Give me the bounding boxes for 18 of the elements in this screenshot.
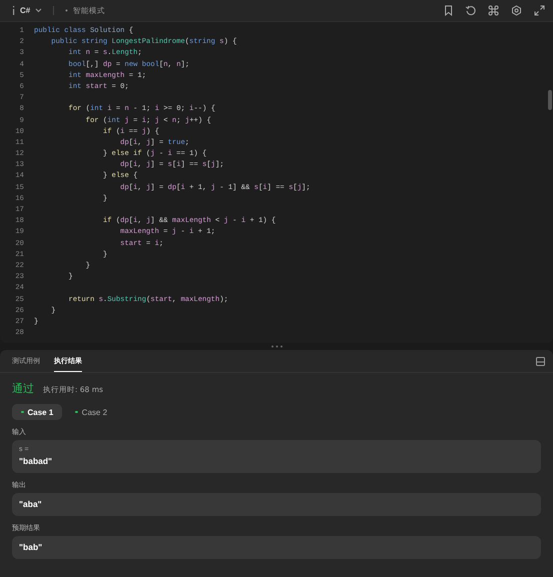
status-text: 通过 — [12, 381, 34, 396]
value-text: "aba" — [19, 499, 43, 510]
case-tab[interactable]: Case 1 — [12, 404, 62, 420]
command-icon[interactable] — [488, 5, 499, 16]
value-text: "babad" — [19, 456, 54, 467]
value-text: "bab" — [19, 542, 44, 553]
drag-handle-icon[interactable] — [270, 345, 282, 348]
expand-icon[interactable] — [534, 5, 545, 16]
bookmark-icon[interactable] — [444, 5, 453, 16]
settings-icon[interactable] — [511, 5, 522, 16]
info-icon — [12, 6, 15, 15]
chevron-down-icon — [35, 8, 42, 13]
reset-icon[interactable] — [465, 5, 476, 16]
case-tab[interactable]: Case 2 — [66, 404, 116, 420]
language-selector[interactable]: C# — [20, 6, 30, 15]
layout-icon[interactable] — [536, 356, 545, 366]
dot-icon — [65, 9, 68, 12]
scrollbar-thumb[interactable] — [548, 90, 552, 110]
